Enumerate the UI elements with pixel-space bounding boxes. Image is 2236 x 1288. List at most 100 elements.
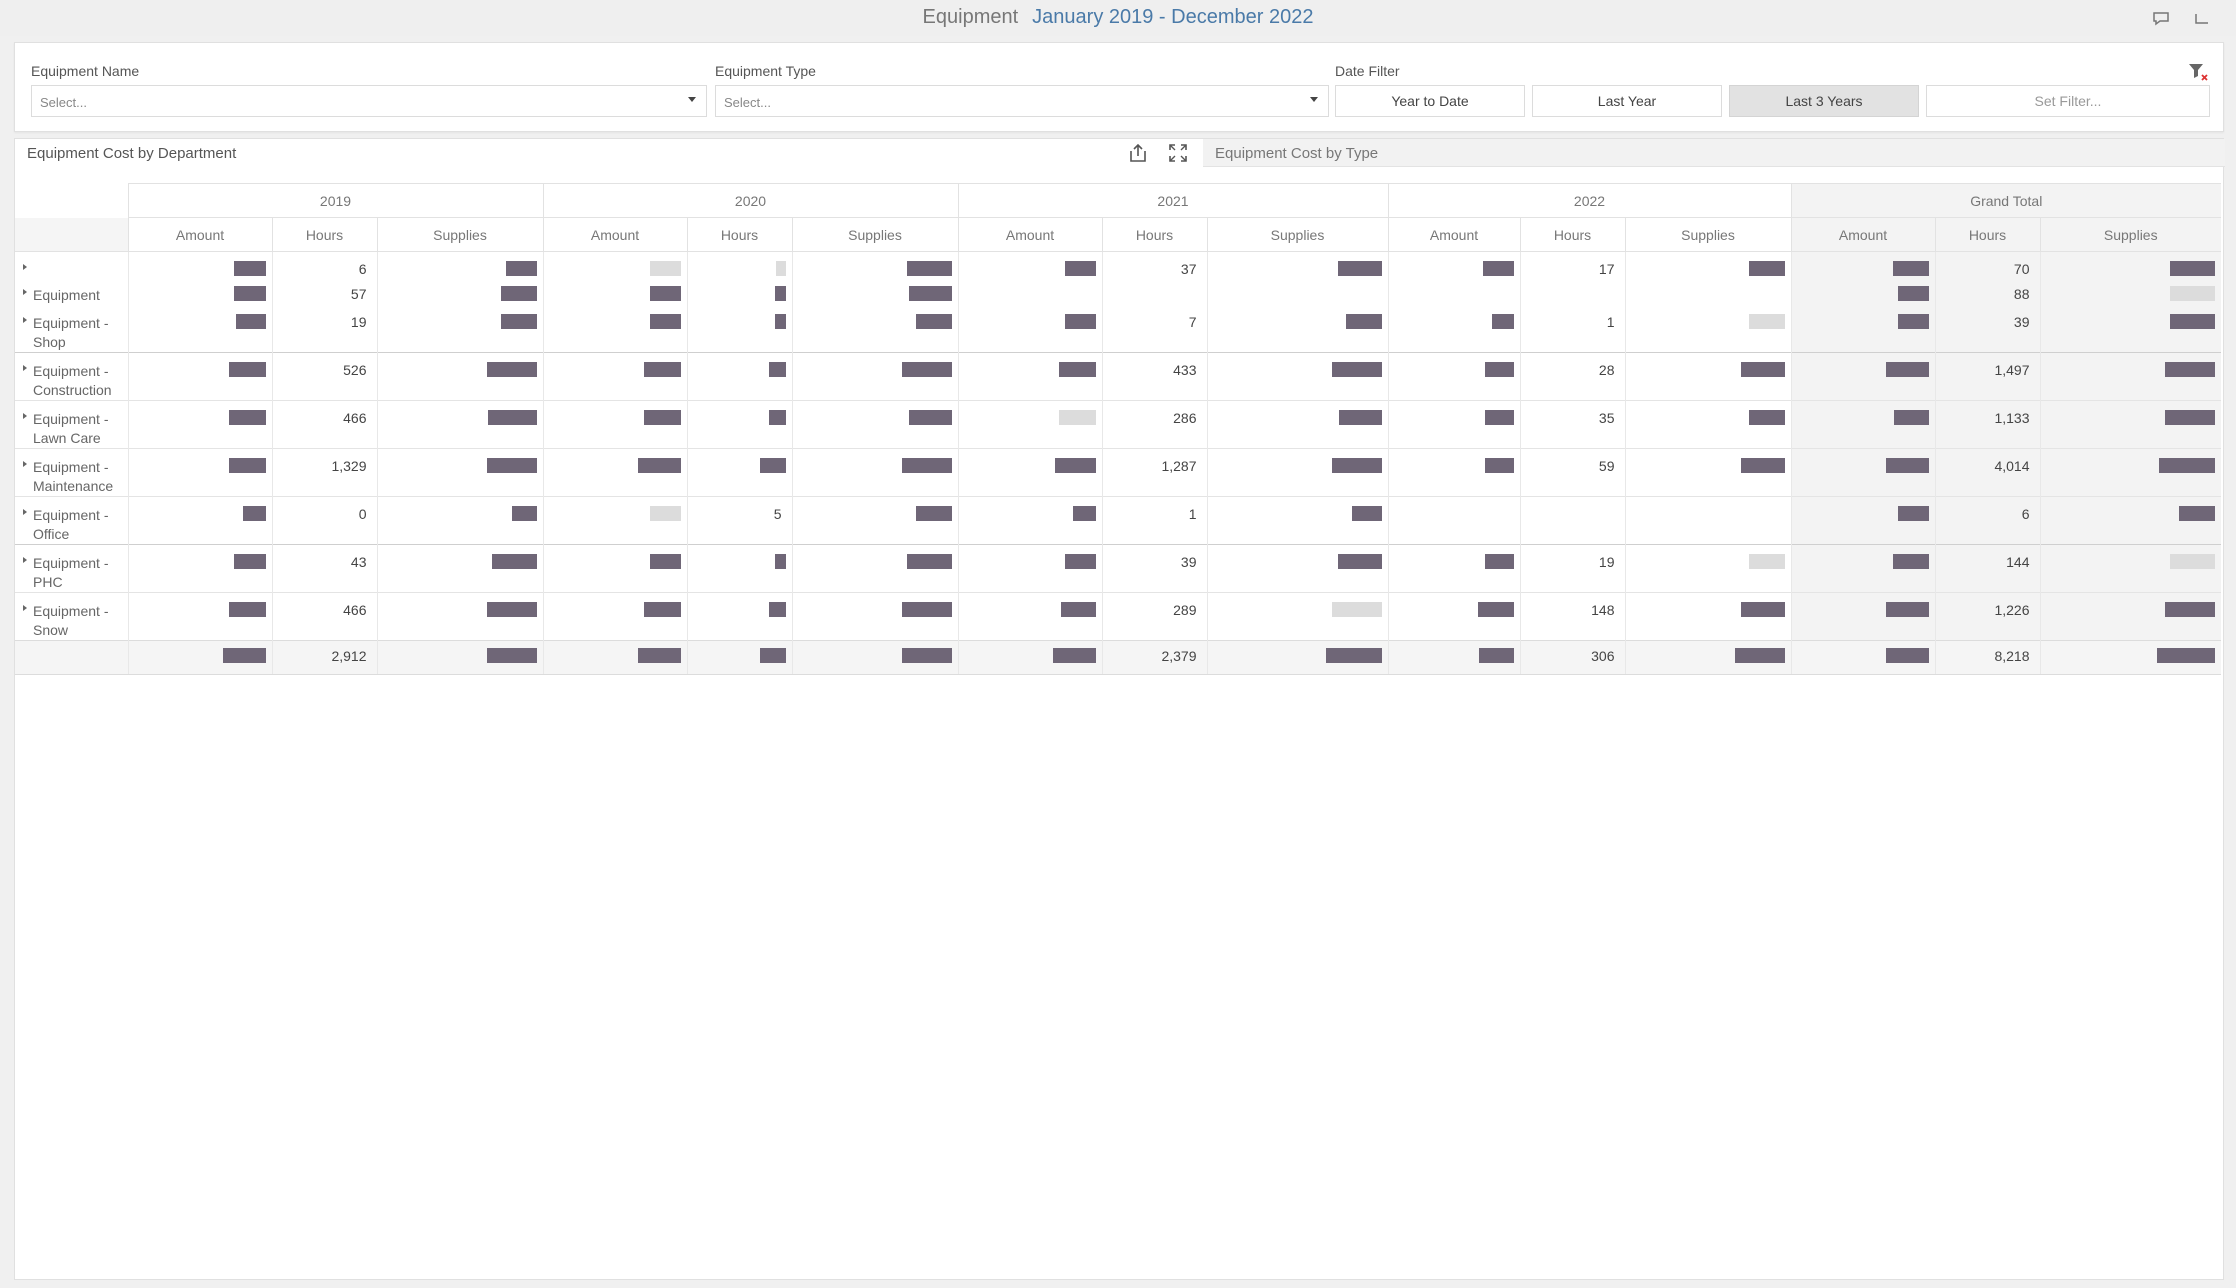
masked-value bbox=[1058, 362, 1096, 377]
masked-value bbox=[901, 602, 952, 617]
supplies-cell bbox=[376, 496, 543, 545]
hours-total-cell bbox=[686, 640, 792, 675]
table-row: Equipment - PHC 43 39 19 144 bbox=[15, 544, 2221, 593]
expand-arrow-icon[interactable] bbox=[23, 461, 27, 467]
export-icon[interactable] bbox=[1127, 142, 1149, 169]
measure-header[interactable]: Hours bbox=[1934, 217, 2040, 252]
masked-value bbox=[228, 410, 266, 425]
amount-cell bbox=[542, 352, 687, 401]
grand-total-header[interactable]: Grand Total bbox=[1790, 183, 2221, 218]
amount-cell bbox=[542, 400, 687, 449]
hours-value: 6 bbox=[2021, 506, 2030, 522]
measure-header[interactable]: Amount bbox=[957, 217, 1102, 252]
row-header[interactable]: Equipment - Construction bbox=[15, 352, 128, 401]
supplies-cell bbox=[791, 400, 958, 449]
top-icons bbox=[2152, 10, 2210, 31]
measure-header[interactable]: Hours bbox=[1519, 217, 1625, 252]
measure-header[interactable]: Amount bbox=[127, 217, 272, 252]
expand-arrow-icon[interactable] bbox=[23, 317, 27, 323]
supplies-cell bbox=[376, 352, 543, 401]
masked-value bbox=[915, 314, 952, 329]
measure-header[interactable]: Supplies bbox=[1206, 217, 1388, 252]
hours-value: 1,287 bbox=[1161, 458, 1197, 474]
masked-value bbox=[487, 410, 537, 425]
row-label: Equipment - Lawn Care bbox=[33, 411, 109, 446]
set-filter-button[interactable]: Set Filter... bbox=[1926, 85, 2210, 117]
amount-cell bbox=[1387, 277, 1520, 305]
masked-value bbox=[1740, 458, 1785, 473]
last-3-years-button[interactable]: Last 3 Years bbox=[1729, 85, 1919, 117]
year-header[interactable]: 2020 bbox=[542, 183, 958, 218]
measure-header[interactable]: Supplies bbox=[2039, 217, 2221, 252]
tab-equipment-cost-by-type[interactable]: Equipment Cost by Type bbox=[1203, 139, 2225, 167]
year-header[interactable]: 2021 bbox=[957, 183, 1388, 218]
tab-equipment-cost-by-department[interactable]: Equipment Cost by Department bbox=[15, 139, 1203, 169]
measure-header[interactable]: Hours bbox=[1101, 217, 1207, 252]
row-header[interactable]: Equipment - Lawn Care bbox=[15, 400, 128, 449]
supplies-cell bbox=[1206, 277, 1388, 305]
last-year-button[interactable]: Last Year bbox=[1532, 85, 1722, 117]
expand-arrow-icon[interactable] bbox=[23, 509, 27, 515]
expand-arrow-icon[interactable] bbox=[23, 289, 27, 295]
comment-icon[interactable] bbox=[2152, 10, 2172, 31]
amount-cell bbox=[542, 592, 687, 641]
clear-filter-icon[interactable] bbox=[2187, 61, 2209, 83]
row-header[interactable]: Equipment - Maintenance bbox=[15, 448, 128, 497]
measure-header[interactable]: Supplies bbox=[791, 217, 958, 252]
amount-total-cell bbox=[127, 640, 272, 675]
supplies-cell bbox=[2039, 496, 2221, 545]
hours-cell: 59 bbox=[1519, 448, 1625, 497]
row-label: Equipment - Snow bbox=[33, 603, 109, 638]
measure-header[interactable]: Amount bbox=[542, 217, 687, 252]
hours-value: 37 bbox=[1180, 261, 1197, 277]
row-header[interactable]: Equipment - Shop bbox=[15, 305, 128, 353]
masked-value bbox=[491, 554, 537, 569]
measure-header[interactable]: Amount bbox=[1790, 217, 1935, 252]
expand-arrow-icon[interactable] bbox=[23, 557, 27, 563]
supplies-cell bbox=[2039, 544, 2221, 593]
row-header[interactable]: Equipment - Office bbox=[15, 496, 128, 545]
row-header[interactable]: Equipment - PHC bbox=[15, 544, 128, 593]
masked-value bbox=[1885, 458, 1929, 473]
masked-value bbox=[1331, 362, 1382, 377]
masked-value bbox=[908, 410, 952, 425]
amount-cell bbox=[127, 352, 272, 401]
expand-arrow-icon[interactable] bbox=[23, 605, 27, 611]
expand-arrow-icon[interactable] bbox=[23, 264, 27, 270]
row-label: Equipment - Shop bbox=[33, 315, 109, 350]
masked-value bbox=[637, 458, 681, 473]
expand-arrow-icon[interactable] bbox=[23, 365, 27, 371]
table-row: Equipment - Snow 466 289 148 1,226 bbox=[15, 592, 2221, 641]
supplies-cell bbox=[2039, 352, 2221, 401]
amount-cell bbox=[957, 448, 1102, 497]
expand-icon[interactable] bbox=[1167, 142, 1189, 169]
masked-value bbox=[759, 648, 786, 663]
row-header[interactable] bbox=[15, 252, 128, 278]
hours-cell bbox=[1519, 496, 1625, 545]
equipment-name-select[interactable]: Select... bbox=[31, 85, 707, 117]
hours-cell: 433 bbox=[1101, 352, 1207, 401]
minimize-icon[interactable] bbox=[2194, 10, 2210, 31]
equipment-type-select[interactable]: Select... bbox=[715, 85, 1329, 117]
row-header[interactable]: Equipment - Snow bbox=[15, 592, 128, 641]
row-header[interactable]: Equipment bbox=[15, 277, 128, 305]
hours-total-value: 2,912 bbox=[331, 648, 367, 664]
measure-header[interactable]: Hours bbox=[271, 217, 377, 252]
masked-value bbox=[1885, 362, 1929, 377]
supplies-cell bbox=[1624, 592, 1791, 641]
supplies-cell bbox=[2039, 592, 2221, 641]
measure-header[interactable]: Supplies bbox=[1624, 217, 1791, 252]
measure-header[interactable]: Supplies bbox=[376, 217, 543, 252]
measure-header[interactable]: Amount bbox=[1387, 217, 1520, 252]
year-header[interactable]: 2022 bbox=[1387, 183, 1791, 218]
year-header[interactable]: 2019 bbox=[127, 183, 543, 218]
supplies-cell bbox=[2039, 400, 2221, 449]
masked-value bbox=[649, 554, 681, 569]
measure-header[interactable]: Hours bbox=[686, 217, 792, 252]
hours-value: 17 bbox=[1598, 261, 1615, 277]
hours-value: 286 bbox=[1173, 410, 1197, 426]
masked-value bbox=[768, 410, 786, 425]
amount-cell bbox=[542, 305, 687, 353]
expand-arrow-icon[interactable] bbox=[23, 413, 27, 419]
year-to-date-button[interactable]: Year to Date bbox=[1335, 85, 1525, 117]
